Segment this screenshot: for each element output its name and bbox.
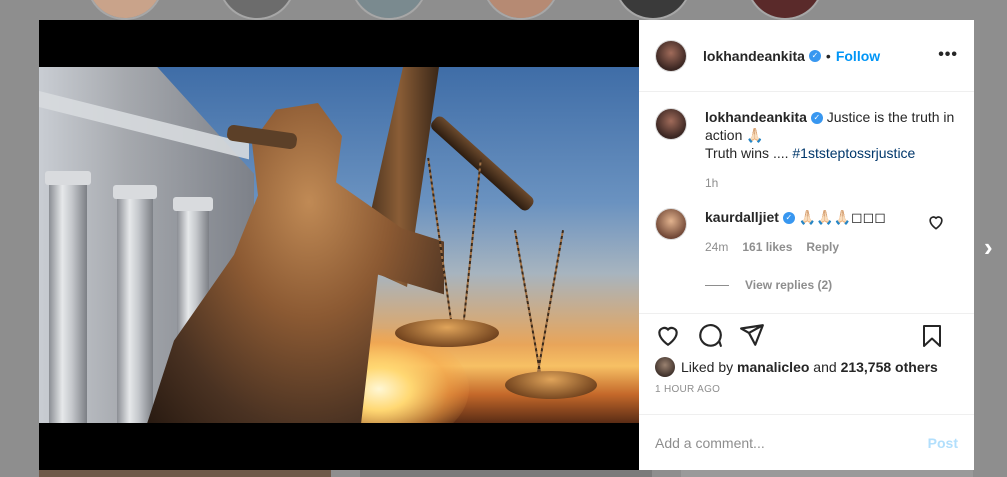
- separator-dot: •: [825, 47, 831, 64]
- scale-beam: [428, 114, 536, 213]
- courthouse-column: [49, 185, 87, 423]
- author-avatar[interactable]: [655, 39, 687, 72]
- view-replies-button[interactable]: View replies (2): [705, 278, 958, 292]
- post-comment-button[interactable]: Post: [928, 435, 958, 451]
- scale-chain: [462, 159, 482, 327]
- add-comment-bar: Post: [639, 414, 974, 470]
- scale-pan: [395, 319, 499, 347]
- post-header: lokhandeankita ✓ • Follow •••: [639, 20, 974, 92]
- background-grid-tile: [360, 469, 652, 477]
- scale-chain: [513, 229, 543, 379]
- author-avatar[interactable]: [655, 108, 687, 140]
- caption-hashtag[interactable]: #1ststeptossrjustice: [792, 145, 915, 161]
- background-story: [350, 0, 428, 20]
- background-story: [746, 0, 824, 20]
- comment-age[interactable]: 24m: [705, 240, 728, 254]
- replies-divider: [705, 284, 729, 286]
- background-story: [482, 0, 560, 20]
- verified-badge-icon: ✓: [808, 49, 821, 62]
- background-grid-tile: [681, 469, 973, 477]
- caption-time[interactable]: 1h: [705, 174, 958, 192]
- caption-line2: Truth wins ....: [705, 145, 793, 161]
- scale-chain: [535, 229, 565, 379]
- background-story: [218, 0, 296, 20]
- post-media[interactable]: [39, 20, 639, 470]
- liked-by-prefix: Liked by: [681, 359, 738, 375]
- verified-badge-icon: ✓: [782, 212, 795, 225]
- comment-likes[interactable]: 161 likes: [742, 240, 792, 254]
- verified-badge-icon: ✓: [810, 112, 823, 125]
- comment-body: 🙏🏻🙏🏻🙏🏻◻◻◻: [798, 209, 886, 225]
- column-capital: [173, 197, 213, 211]
- liked-by: Liked by manalicleo and 213,758 others: [639, 356, 974, 378]
- liked-by-others[interactable]: 213,758 others: [841, 359, 938, 375]
- courthouse-column: [117, 199, 153, 423]
- column-capital: [113, 185, 157, 199]
- caption-username[interactable]: lokhandeankita: [705, 109, 807, 125]
- author-username[interactable]: lokhandeankita: [703, 48, 805, 64]
- background-story: [614, 0, 692, 20]
- comment-username[interactable]: kaurdalljiet: [705, 209, 779, 225]
- background-story: [86, 0, 164, 20]
- caption-text: lokhandeankita ✓ Justice is the truth in…: [705, 108, 958, 192]
- heart-icon[interactable]: [655, 322, 681, 348]
- comment-meta: 24m 161 likes Reply: [705, 238, 886, 256]
- post-image: [39, 67, 639, 423]
- scale-pan: [505, 371, 597, 399]
- liked-by-middle: and: [809, 359, 841, 375]
- post-actions: [639, 314, 974, 356]
- comment-text: kaurdalljiet ✓ 🙏🏻🙏🏻🙏🏻◻◻◻ 24m 161 likes Rep…: [705, 208, 886, 256]
- comment-like-heart-icon[interactable]: [926, 212, 946, 232]
- post-details-panel: lokhandeankita ✓ • Follow ••• lokhandean…: [639, 20, 974, 470]
- background-grid-tile: [39, 469, 331, 477]
- comment-icon[interactable]: [697, 322, 723, 348]
- post-timestamp[interactable]: 1 HOUR AGO: [639, 378, 974, 404]
- view-replies-label[interactable]: View replies (2): [745, 278, 832, 292]
- comment-item: kaurdalljiet ✓ 🙏🏻🙏🏻🙏🏻◻◻◻ 24m 161 likes Rep…: [655, 208, 958, 256]
- liked-by-user[interactable]: manalicleo: [737, 359, 809, 375]
- column-capital: [45, 171, 91, 185]
- more-options-icon[interactable]: •••: [938, 46, 958, 64]
- liker-avatar[interactable]: [655, 357, 675, 377]
- caption: lokhandeankita ✓ Justice is the truth in…: [655, 108, 958, 192]
- comment-input[interactable]: [655, 434, 928, 451]
- share-icon[interactable]: [739, 322, 765, 348]
- follow-button[interactable]: Follow: [836, 48, 880, 64]
- chevron-right-icon[interactable]: ›: [984, 232, 993, 263]
- comments-section: lokhandeankita ✓ Justice is the truth in…: [639, 92, 974, 314]
- commenter-avatar[interactable]: [655, 208, 687, 240]
- save-icon[interactable]: [920, 323, 944, 349]
- reply-button[interactable]: Reply: [806, 240, 839, 254]
